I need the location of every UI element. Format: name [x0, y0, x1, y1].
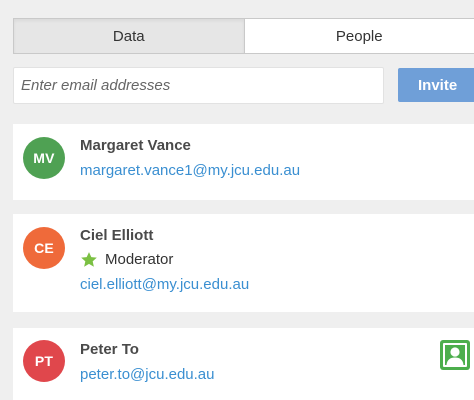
person-card: MV Margaret Vance margaret.vance1@my.jcu… [13, 124, 474, 200]
invite-button[interactable]: Invite [398, 68, 474, 102]
person-email-link[interactable]: margaret.vance1@my.jcu.edu.au [80, 161, 300, 180]
person-info: Margaret Vance margaret.vance1@my.jcu.ed… [80, 136, 300, 180]
person-info: Ciel Elliott Moderator ciel.elliott@my.j… [80, 226, 249, 294]
email-addresses-input[interactable] [13, 67, 384, 104]
person-email-link[interactable]: ciel.elliott@my.jcu.edu.au [80, 275, 249, 294]
person-name: Peter To [80, 341, 139, 358]
tab-data[interactable]: Data [14, 19, 245, 53]
role-label: Moderator [105, 251, 174, 268]
person-email-link[interactable]: peter.to@jcu.edu.au [80, 365, 215, 384]
person-card: CE Ciel Elliott Moderator ciel.elliott@m… [13, 214, 474, 312]
avatar: MV [23, 137, 65, 179]
person-name: Ciel Elliott [80, 227, 154, 244]
view-tabs: Data People [13, 18, 474, 54]
person-card: PT Peter To peter.to@jcu.edu.au [13, 328, 474, 400]
tab-people[interactable]: People [245, 19, 474, 53]
person-name: Margaret Vance [80, 137, 191, 154]
person-badge-icon[interactable] [440, 340, 470, 370]
person-info: Peter To peter.to@jcu.edu.au [80, 340, 215, 384]
star-icon [81, 251, 97, 267]
avatar: PT [23, 340, 65, 382]
avatar: CE [23, 227, 65, 269]
role-row: Moderator [80, 250, 249, 269]
